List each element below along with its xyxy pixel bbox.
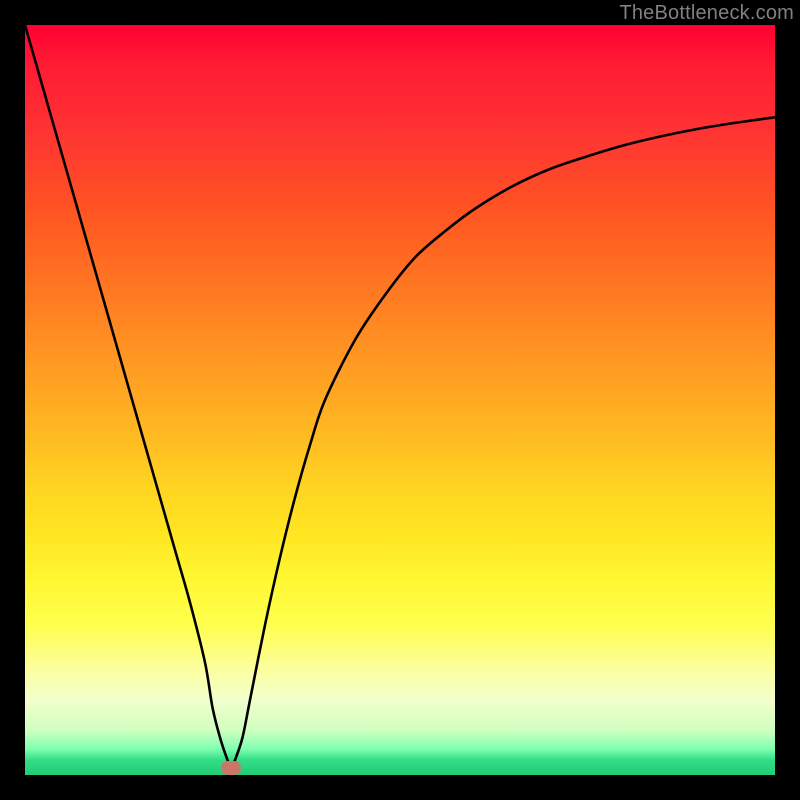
chart-frame: TheBottleneck.com — [0, 0, 800, 800]
bottleneck-curve — [25, 25, 775, 768]
plot-area — [25, 25, 775, 775]
curve-layer — [25, 25, 775, 775]
optimal-point-marker — [221, 761, 241, 775]
watermark-text: TheBottleneck.com — [619, 2, 794, 25]
